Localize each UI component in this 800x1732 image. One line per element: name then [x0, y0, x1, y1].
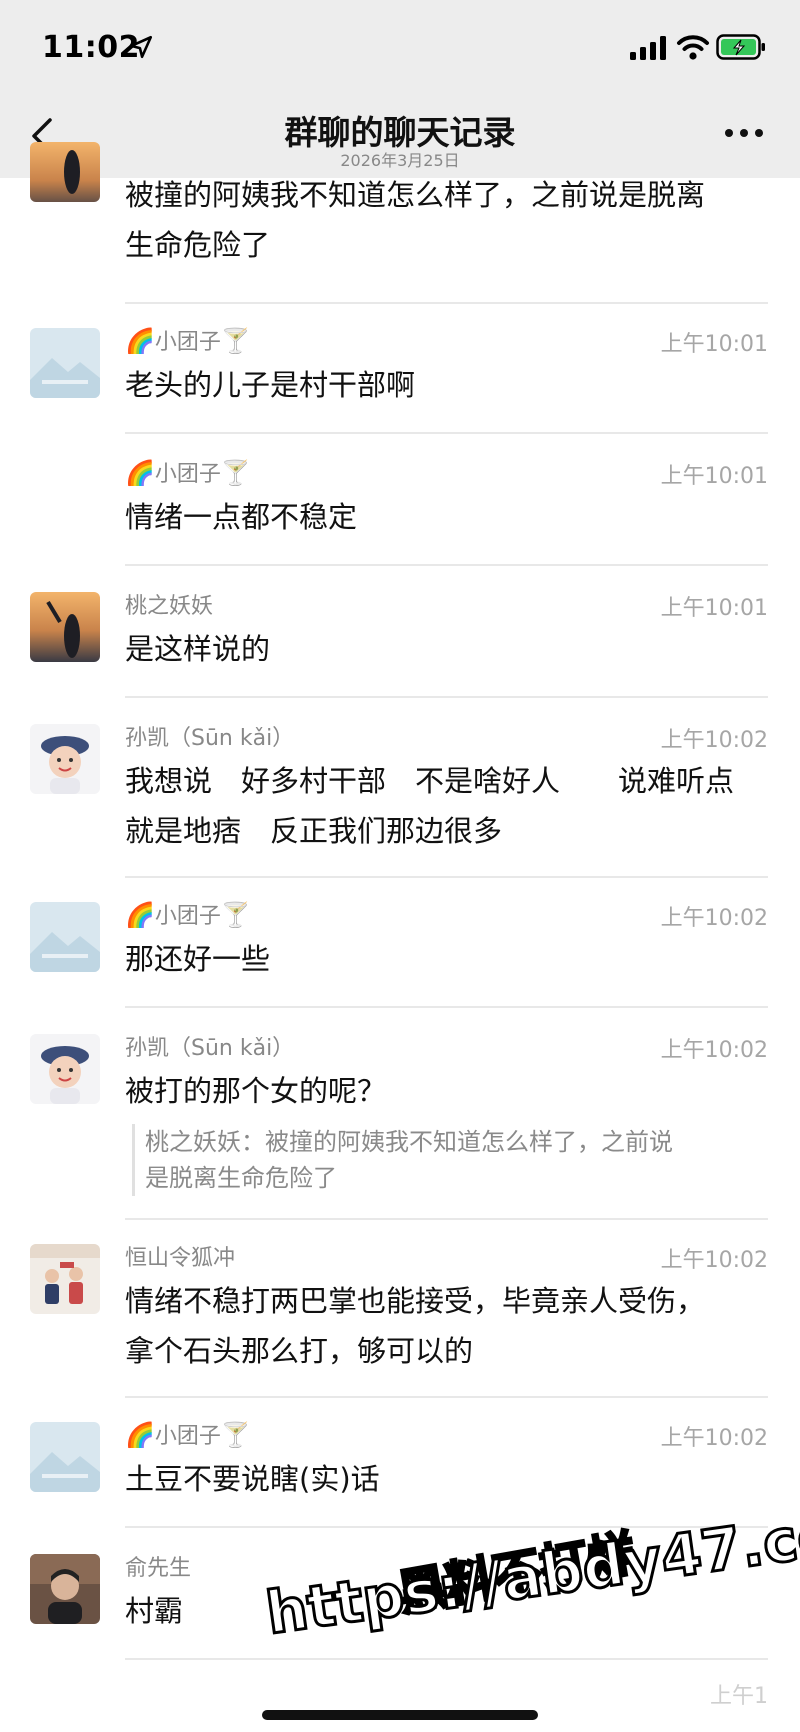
battery-charging-icon [716, 34, 765, 60]
sender-name: 孙凯（Sūn kǎi） [125, 726, 295, 751]
status-bar: 11:02 [0, 30, 800, 70]
avatar[interactable] [30, 902, 100, 972]
message-text: 土豆不要说瞎(实)话 [125, 1454, 765, 1504]
sender-name: 恒山令狐冲 [125, 1246, 236, 1271]
message-line: 土豆不要说瞎(实)话 [125, 1462, 380, 1496]
divider [125, 1396, 768, 1398]
page-subtitle: 2026年3月25日 [340, 151, 460, 170]
message-time: 上午10:02 [660, 1248, 768, 1273]
cocktail-icon: 🍸 [220, 1421, 251, 1449]
message-time: 上午10:01 [660, 332, 768, 357]
sender-label: 小团子 [154, 462, 221, 487]
sender-name: 🌈小团子🍸 [125, 324, 251, 356]
sender-label: 小团子 [154, 1424, 221, 1449]
message-time: 上午10:02 [660, 1426, 768, 1451]
quote-line: 是脱离生命危险了 [145, 1164, 337, 1192]
baby-photo-icon [30, 1034, 100, 1104]
message-line: 就是地痞 反正我们那边很多 [125, 814, 503, 848]
message-time: 上午10:02 [660, 728, 768, 753]
avatar[interactable] [30, 724, 100, 794]
sender-name: 🌈小团子🍸 [125, 898, 251, 930]
placeholder-image-icon [30, 1422, 100, 1492]
placeholder-image-icon [30, 328, 100, 398]
message-text: 情绪一点都不稳定 [125, 492, 765, 542]
sender-name: 桃之妖妖 [125, 594, 214, 619]
location-arrow-icon [129, 35, 153, 59]
message-line: 情绪一点都不稳定 [125, 500, 358, 534]
family-photo-icon [30, 1244, 100, 1314]
rainbow-icon: 🌈 [125, 901, 155, 929]
message-line: 那还好一些 [125, 942, 271, 976]
cocktail-icon: 🍸 [220, 901, 251, 929]
wifi-icon [677, 35, 709, 60]
avatar[interactable] [30, 1554, 100, 1624]
quote-line: 桃之妖妖：被撞的阿姨我不知道怎么样了，之前说 [145, 1128, 673, 1156]
baby-photo-icon [30, 724, 100, 794]
divider [125, 1006, 768, 1008]
avatar[interactable] [30, 592, 100, 662]
rainbow-icon: 🌈 [125, 327, 155, 355]
message-time: 上午10:02 [660, 1038, 768, 1063]
message-time: 上午10:02 [660, 906, 768, 931]
message-line: 村霸 [125, 1594, 184, 1628]
message-time: 上午1 [710, 1684, 768, 1709]
message-text: 那还好一些 [125, 934, 765, 984]
message-text: 情绪不稳打两巴掌也能接受，毕竟亲人受伤， 拿个石头那么打，够可以的 [125, 1276, 765, 1376]
status-time: 11:02 [42, 30, 140, 65]
message-text: 是这样说的 [125, 624, 765, 674]
sender-label: 小团子 [154, 330, 221, 355]
message-line: 被打的那个女的呢？ [125, 1074, 387, 1108]
message-line: 情绪不稳打两巴掌也能接受，毕竟亲人受伤， [125, 1284, 706, 1318]
quoted-message[interactable]: 桃之妖妖：被撞的阿姨我不知道怎么样了，之前说 是脱离生命危险了 [132, 1124, 762, 1196]
avatar[interactable] [30, 1034, 100, 1104]
divider [125, 564, 768, 566]
divider [125, 302, 768, 304]
message-text: 被打的那个女的呢？ [125, 1066, 765, 1116]
divider [125, 696, 768, 698]
message-text: 被撞的阿姨我不知道怎么样了，之前说是脱离 生命危险了 [125, 170, 765, 270]
placeholder-image-icon [30, 902, 100, 972]
sunset-photo-icon [30, 592, 100, 662]
sunset-photo-icon [30, 142, 100, 202]
message-line: 老头的儿子是村干部啊 [125, 368, 416, 402]
sender-name: 🌈小团子🍸 [125, 456, 251, 488]
message-line: 拿个石头那么打，够可以的 [125, 1334, 474, 1368]
message-line: 生命危险了 [125, 228, 271, 262]
cocktail-icon: 🍸 [220, 459, 251, 487]
more-dots-icon[interactable] [724, 126, 764, 140]
avatar[interactable] [30, 328, 100, 398]
divider [125, 1526, 768, 1528]
message-time: 上午10:01 [660, 464, 768, 489]
avatar[interactable] [30, 1422, 100, 1492]
message-line: 被撞的阿姨我不知道怎么样了，之前说是脱离 [125, 178, 706, 212]
message-time: 上午10:01 [660, 596, 768, 621]
divider [125, 432, 768, 434]
divider [125, 876, 768, 878]
message-line: 是这样说的 [125, 632, 271, 666]
divider [125, 1218, 768, 1220]
message-text: 我想说 好多村干部 不是啥好人 说难听点 就是地痞 反正我们那边很多 [125, 756, 765, 856]
message-line: 我想说 好多村干部 不是啥好人 说难听点 [125, 764, 735, 798]
divider [125, 1658, 768, 1660]
rainbow-icon: 🌈 [125, 1421, 155, 1449]
cocktail-icon: 🍸 [220, 327, 251, 355]
rainbow-icon: 🌈 [125, 459, 155, 487]
sender-name: 孙凯（Sūn kǎi） [125, 1036, 295, 1061]
sender-name: 🌈小团子🍸 [125, 1418, 251, 1450]
avatar[interactable] [30, 1244, 100, 1314]
top-bar: 11:02 群聊的聊天记录 2026年3月25日 [0, 0, 800, 178]
message-text: 老头的儿子是村干部啊 [125, 360, 765, 410]
nav-bar: 群聊的聊天记录 2026年3月25日 [0, 96, 800, 176]
message-text: 村霸 [125, 1586, 765, 1636]
avatar[interactable] [30, 142, 100, 202]
man-photo-icon [30, 1554, 100, 1624]
home-indicator[interactable] [262, 1710, 538, 1720]
sender-label: 小团子 [154, 904, 221, 929]
sender-name: 俞先生 [125, 1556, 192, 1581]
cellular-signal-icon [630, 36, 666, 60]
